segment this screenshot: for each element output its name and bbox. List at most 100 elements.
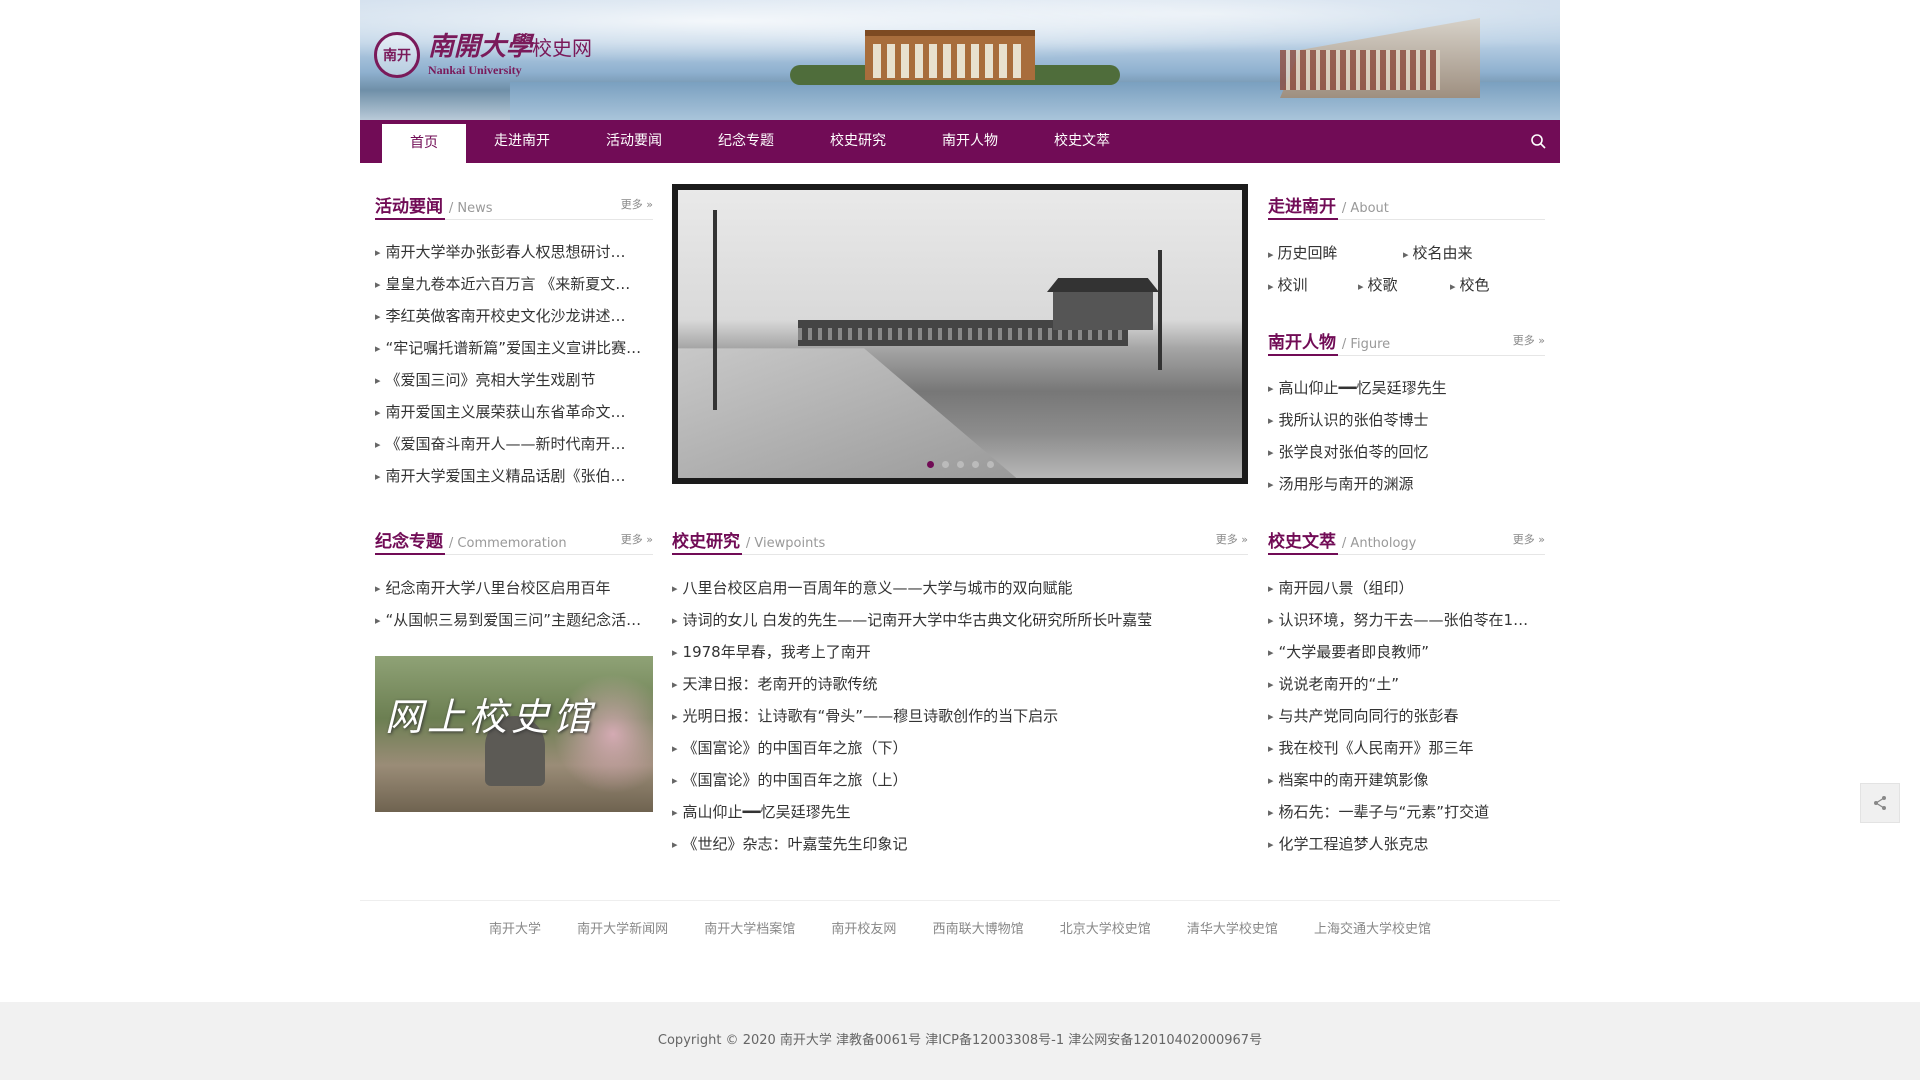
photo-house (1053, 290, 1153, 330)
figure-list: 高山仰止━━忆吴廷璆先生 我所认识的张伯苓博士 张学良对张伯苓的回忆 汤用彤与南… (1268, 372, 1545, 500)
figure-more-link[interactable]: 更多 » (1513, 332, 1545, 348)
section-underline (375, 218, 445, 220)
viewpoints-item[interactable]: 高山仰止━━忆吴廷璆先生 (672, 796, 1248, 828)
anthology-item[interactable]: 化学工程追梦人张克忠 (1268, 828, 1545, 860)
figure-section-header: 南开人物 / Figure 更多 » (1268, 324, 1545, 356)
anthology-item[interactable]: 与共产党同向同行的张彭春 (1268, 700, 1545, 732)
viewpoints-item[interactable]: 1978年早春，我考上了南开 (672, 636, 1248, 668)
friend-link[interactable]: 上海交通大学校史馆 (1314, 922, 1431, 937)
commemoration-more-link[interactable]: 更多 » (621, 531, 653, 547)
friend-link[interactable]: 南开大学 (489, 922, 541, 937)
friend-link[interactable]: 清华大学校史馆 (1187, 922, 1278, 937)
anthology-item[interactable]: 认识环境，努力干去——张伯苓在1… (1268, 604, 1545, 636)
news-item[interactable]: 南开爱国主义展荣获山东省革命文… (375, 396, 653, 428)
news-item[interactable]: 皇皇九卷本近六百万言 《来新夏文… (375, 268, 653, 300)
slider-dot[interactable] (956, 461, 964, 468)
viewpoints-section-title: 校史研究 / Viewpoints (672, 532, 826, 552)
page-footer: Copyright © 2020 南开大学 津教备0061号 津ICP备1200… (0, 1002, 1920, 1080)
anthology-item[interactable]: 我在校刊《人民南开》那三年 (1268, 732, 1545, 764)
anthology-item[interactable]: 说说老南开的“土” (1268, 668, 1545, 700)
friend-link[interactable]: 北京大学校史馆 (1060, 922, 1151, 937)
online-museum-banner[interactable]: 网上校史馆 (375, 656, 653, 812)
friend-link[interactable]: 西南联大博物馆 (933, 922, 1024, 937)
nav-item-research[interactable]: 校史研究 (802, 120, 914, 163)
figure-item[interactable]: 我所认识的张伯苓博士 (1268, 404, 1545, 436)
section-underline (375, 553, 445, 555)
anthology-item[interactable]: 杨石先：一辈子与“元素”打交道 (1268, 796, 1545, 828)
slider-dot[interactable] (926, 461, 934, 468)
slider-dot[interactable] (941, 461, 949, 468)
viewpoints-more-link[interactable]: 更多 » (1216, 531, 1248, 547)
commemoration-item[interactable]: 纪念南开大学八里台校区启用百年 (375, 572, 653, 604)
about-link-song[interactable]: 校歌 (1358, 274, 1398, 295)
search-icon[interactable] (1530, 133, 1546, 149)
viewpoints-item[interactable]: 天津日报：老南开的诗歌传统 (672, 668, 1248, 700)
nav-item-commemoration[interactable]: 纪念专题 (690, 120, 802, 163)
site-name-cn: 南開大學校史网 (428, 32, 593, 62)
news-item[interactable]: “牢记嘱托谱新篇”爱国主义宣讲比赛… (375, 332, 653, 364)
anthology-item[interactable]: 南开园八景（组印） (1268, 572, 1545, 604)
figure-item[interactable]: 汤用彤与南开的渊源 (1268, 468, 1545, 500)
about-link-color[interactable]: 校色 (1450, 274, 1490, 295)
site-logo[interactable]: 南开 南開大學校史网 Nankai University (374, 32, 592, 78)
slider-dot[interactable] (971, 461, 979, 468)
commemoration-list: 纪念南开大学八里台校区启用百年 “从国帜三易到爱国三问”主题纪念活… (375, 572, 653, 636)
about-section-header: 走进南开 / About (1268, 188, 1545, 220)
share-icon (1874, 796, 1886, 810)
news-section-title: 活动要闻 / News (375, 197, 493, 217)
nav-item-anthology[interactable]: 校史文萃 (1026, 120, 1138, 163)
anthology-list: 南开园八景（组印） 认识环境，努力干去——张伯苓在1… “大学最要者即良教师” … (1268, 572, 1545, 860)
figure-section-title: 南开人物 / Figure (1268, 333, 1391, 353)
anthology-section-title: 校史文萃 / Anthology (1268, 532, 1417, 552)
friend-link[interactable]: 南开大学新闻网 (577, 922, 668, 937)
commemoration-section-header: 纪念专题 / Commemoration 更多 » (375, 523, 653, 555)
banner-building-main (865, 30, 1035, 80)
friend-link[interactable]: 南开大学档案馆 (704, 922, 795, 937)
share-button[interactable] (1860, 783, 1900, 823)
slider-dots (678, 461, 1242, 468)
news-more-link[interactable]: 更多 » (621, 196, 653, 212)
about-link-motto[interactable]: 校训 (1268, 274, 1308, 295)
viewpoints-list: 八里台校区启用一百周年的意义——大学与城市的双向赋能 诗词的女儿 白发的先生——… (672, 572, 1248, 860)
viewpoints-section-header: 校史研究 / Viewpoints 更多 » (672, 523, 1248, 555)
friend-link[interactable]: 南开校友网 (831, 922, 896, 937)
site-name-en: Nankai University (428, 63, 522, 77)
commemoration-item[interactable]: “从国帜三易到爱国三问”主题纪念活… (375, 604, 653, 636)
photo-slider[interactable] (672, 184, 1248, 484)
about-link-history[interactable]: 历史回眸 (1268, 242, 1338, 263)
main-nav: 首页 走进南开 活动要闻 纪念专题 校史研究 南开人物 校史文萃 (360, 120, 1560, 163)
nav-item-news[interactable]: 活动要闻 (578, 120, 690, 163)
news-item[interactable]: 南开大学爱国主义精品话剧《张伯… (375, 460, 653, 492)
banner-building-facade (1280, 50, 1440, 90)
anthology-item[interactable]: “大学最要者即良教师” (1268, 636, 1545, 668)
news-list: 南开大学举办张彭春人权思想研讨… 皇皇九卷本近六百万言 《来新夏文… 李红英做客… (375, 236, 653, 492)
slider-photo[interactable] (678, 190, 1242, 478)
logo-text: 南開大學校史网 Nankai University (428, 32, 592, 78)
viewpoints-item[interactable]: 八里台校区启用一百周年的意义——大学与城市的双向赋能 (672, 572, 1248, 604)
slider-dot[interactable] (986, 461, 994, 468)
section-underline (1268, 218, 1338, 220)
news-item[interactable]: 南开大学举办张彭春人权思想研讨… (375, 236, 653, 268)
viewpoints-item[interactable]: 《世纪》杂志：叶嘉莹先生印象记 (672, 828, 1248, 860)
news-item[interactable]: 李红英做客南开校史文化沙龙讲述… (375, 300, 653, 332)
nav-item-home[interactable]: 首页 (382, 124, 466, 163)
nav-item-about[interactable]: 走进南开 (466, 120, 578, 163)
news-item[interactable]: 《爱国奋斗南开人——新时代南开… (375, 428, 653, 460)
photo-pole (713, 210, 717, 410)
viewpoints-item[interactable]: 《国富论》的中国百年之旅（下） (672, 732, 1248, 764)
nav-item-figures[interactable]: 南开人物 (914, 120, 1026, 163)
about-link-name-origin[interactable]: 校名由来 (1403, 242, 1473, 263)
figure-item[interactable]: 张学良对张伯苓的回忆 (1268, 436, 1545, 468)
university-seal-icon: 南开 (374, 32, 420, 78)
viewpoints-item[interactable]: 诗词的女儿 白发的先生——记南开大学中华古典文化研究所所长叶嘉莹 (672, 604, 1248, 636)
about-section-title: 走进南开 / About (1268, 197, 1389, 217)
photo-pole (1158, 250, 1162, 370)
section-underline (672, 553, 742, 555)
news-item[interactable]: 《爱国三问》亮相大学生戏剧节 (375, 364, 653, 396)
viewpoints-item[interactable]: 《国富论》的中国百年之旅（上） (672, 764, 1248, 796)
anthology-item[interactable]: 档案中的南开建筑影像 (1268, 764, 1545, 796)
anthology-more-link[interactable]: 更多 » (1513, 531, 1545, 547)
figure-item[interactable]: 高山仰止━━忆吴廷璆先生 (1268, 372, 1545, 404)
viewpoints-item[interactable]: 光明日报：让诗歌有“骨头”——穆旦诗歌创作的当下启示 (672, 700, 1248, 732)
site-name-sub: 校史网 (532, 36, 593, 60)
